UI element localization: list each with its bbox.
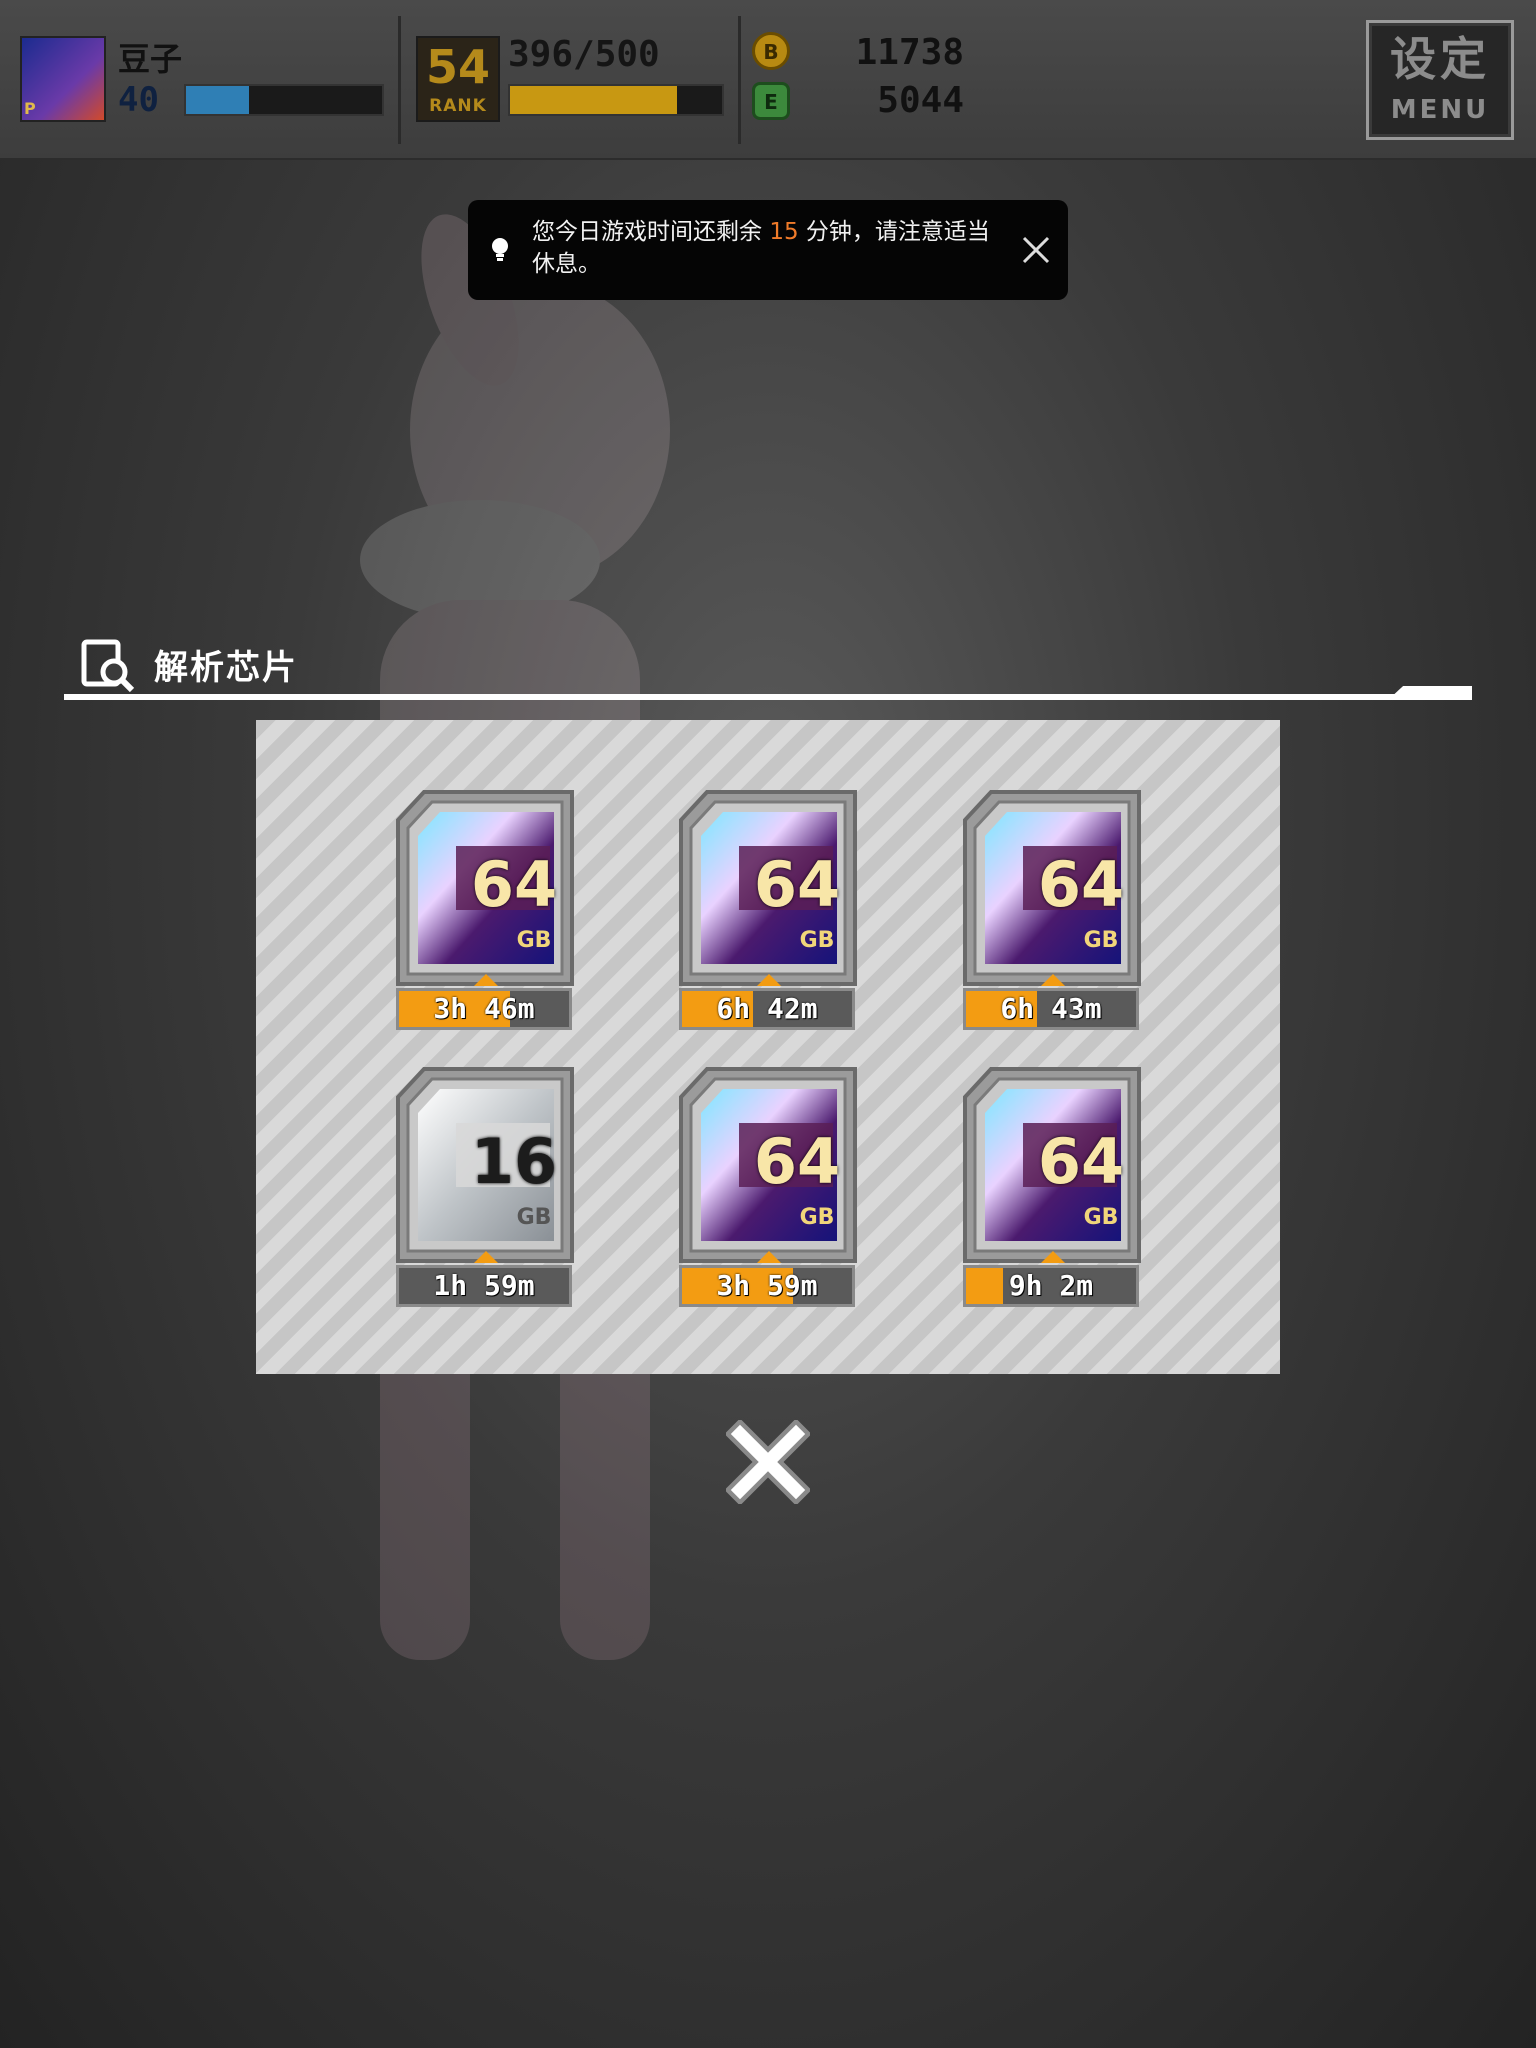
toast-text-before: 您今日游戏时间还剩余	[532, 219, 770, 245]
section-divider	[64, 694, 1472, 700]
chip-unit: GB	[799, 1205, 835, 1230]
player-level: 40	[118, 80, 159, 120]
toast-minutes: 15	[769, 219, 799, 245]
playtime-reminder-toast: 您今日游戏时间还剩余 15 分钟，请注意适当休息。	[468, 200, 1068, 300]
rank-progress-fill	[510, 86, 678, 114]
chip-timer-text: 1h 59m	[433, 1269, 535, 1302]
rank-badge: 54 RANK	[416, 36, 500, 122]
chip-analysis-icon	[81, 639, 135, 693]
exp-bar	[184, 84, 384, 116]
chip-capacity: 64	[1037, 1125, 1125, 1198]
hud-divider	[738, 16, 741, 144]
chip-panel: 64 GB 3h 46m 64 GB 6h 42m 64 GB 6h 43m 1…	[256, 720, 1280, 1374]
exp-bar-fill	[186, 86, 249, 114]
chip-timer-bar: 6h 43m	[963, 988, 1139, 1030]
chip-unit: GB	[1083, 1205, 1119, 1230]
chip-timer-bar: 3h 46m	[396, 988, 572, 1030]
top-hud: P 豆子 40 54 RANK 396/500 B 11738 E 5044 设…	[0, 0, 1536, 160]
player-name: 豆子	[118, 40, 183, 78]
chip-slot[interactable]: 64 GB 9h 2m	[961, 1065, 1145, 1307]
section-title: 解析芯片	[154, 648, 298, 688]
chip-unit: GB	[516, 1205, 552, 1230]
chip-timer-bar: 6h 42m	[679, 988, 855, 1030]
chip-unit: GB	[1083, 928, 1119, 953]
coin-b-icon: B	[752, 32, 790, 70]
chip-timer-text: 3h 59m	[716, 1269, 818, 1302]
chip-capacity: 64	[1037, 848, 1125, 921]
energy-e-icon: E	[752, 82, 790, 120]
settings-menu-button[interactable]: 设定 MENU	[1366, 20, 1514, 140]
player-avatar[interactable]: P	[20, 36, 106, 122]
chip-timer-text: 3h 46m	[433, 992, 535, 1025]
close-dialog-button[interactable]	[726, 1420, 810, 1504]
currency-b-value: 11738	[855, 32, 964, 73]
chip-slot[interactable]: 64 GB 6h 43m	[961, 788, 1145, 1030]
lightbulb-icon	[492, 238, 508, 261]
chip-capacity: 64	[470, 848, 558, 921]
menu-subtitle: MENU	[1390, 95, 1490, 125]
chip-capacity: 64	[753, 1125, 841, 1198]
chip-unit: GB	[799, 928, 835, 953]
chip-slot[interactable]: 16 GB 1h 59m	[394, 1065, 578, 1307]
chip-timer-bar: 3h 59m	[679, 1265, 855, 1307]
chip-timer-text: 6h 43m	[1000, 992, 1102, 1025]
chip-slot[interactable]: 64 GB 3h 59m	[677, 1065, 861, 1307]
avatar-emblem-icon: P	[24, 99, 36, 118]
toast-message: 您今日游戏时间还剩余 15 分钟，请注意适当休息。	[532, 216, 992, 280]
chip-timer-bar: 9h 2m	[963, 1265, 1139, 1307]
chip-capacity: 64	[753, 848, 841, 921]
chip-timer-text: 6h 42m	[716, 992, 818, 1025]
chip-timer-bar: 1h 59m	[396, 1265, 572, 1307]
chip-unit: GB	[516, 928, 552, 953]
rank-progress-text: 396/500	[508, 34, 660, 75]
chip-slot[interactable]: 64 GB 3h 46m	[394, 788, 578, 1030]
rank-progress-bar	[508, 84, 724, 116]
chip-capacity: 16	[470, 1125, 558, 1198]
close-icon[interactable]	[1020, 234, 1052, 266]
rank-number: 54	[425, 40, 490, 94]
currency-e-value: 5044	[877, 80, 964, 121]
rank-label: RANK	[429, 96, 487, 116]
hud-divider	[398, 16, 401, 144]
chip-timer-text: 9h 2m	[1008, 1269, 1094, 1302]
chip-slot[interactable]: 64 GB 6h 42m	[677, 788, 861, 1030]
menu-title: 设定	[1390, 32, 1490, 86]
